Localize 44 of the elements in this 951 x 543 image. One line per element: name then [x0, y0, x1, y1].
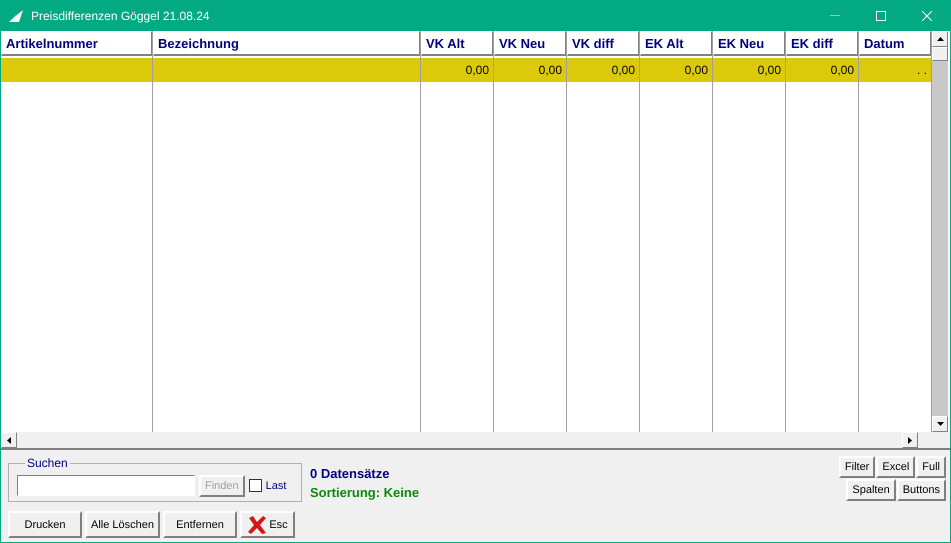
table-cell: 0,00 [713, 58, 785, 82]
table-cell: 0,00 [640, 58, 712, 82]
maximize-icon [876, 10, 886, 20]
column-header[interactable]: Datum [859, 31, 931, 56]
cross-icon [247, 514, 268, 534]
right-arrow-icon [908, 436, 912, 444]
tool-button[interactable]: Excel [876, 456, 916, 478]
last-checkbox[interactable] [248, 479, 262, 492]
sort-status: Sortierung: Keine [310, 485, 420, 500]
column-header[interactable]: VK Neu [494, 31, 566, 56]
table-cell: . . [859, 58, 931, 82]
horizontal-scrollbar[interactable] [1, 432, 950, 450]
close-icon [922, 10, 932, 20]
minimize-icon [830, 15, 840, 16]
last-label: Last [266, 480, 286, 492]
left-arrow-icon [7, 436, 11, 444]
up-arrow-icon [936, 37, 944, 41]
tool-button[interactable]: Filter [838, 456, 876, 478]
column-header[interactable]: VK Alt [421, 31, 493, 56]
column-header[interactable]: EK Neu [713, 31, 785, 56]
column-header[interactable]: Artikelnummer [1, 31, 152, 56]
vertical-scrollbar[interactable] [932, 31, 948, 432]
table-cell: 0,00 [494, 58, 566, 82]
table-cell: 0,00 [567, 58, 639, 82]
search-field[interactable] [17, 475, 195, 496]
table-cell: 0,00 [421, 58, 493, 82]
record-count: 0 Datensätze [310, 466, 390, 481]
tool-button[interactable]: Full [916, 456, 946, 478]
action-button[interactable]: Drucken [8, 511, 82, 538]
column-header[interactable]: EK Alt [640, 31, 712, 56]
column-header[interactable]: EK diff [786, 31, 858, 56]
tool-button[interactable]: Buttons [896, 479, 946, 501]
column-header[interactable]: VK diff [567, 31, 639, 56]
window-title: Preisdifferenzen Göggel 21.08.24 [31, 8, 210, 22]
app-icon [9, 10, 23, 22]
table-cell: 0,00 [786, 58, 858, 82]
action-button[interactable]: Alle Löschen [85, 511, 160, 538]
down-arrow-icon [936, 422, 944, 426]
esc-button[interactable]: Esc [240, 511, 295, 538]
column-header[interactable]: Bezeichnung [153, 31, 420, 56]
search-label: Suchen [26, 456, 69, 470]
action-button[interactable]: Entfernen [163, 511, 237, 538]
tool-button[interactable]: Spalten [846, 479, 896, 501]
scrollbar-thumb[interactable] [932, 47, 948, 61]
